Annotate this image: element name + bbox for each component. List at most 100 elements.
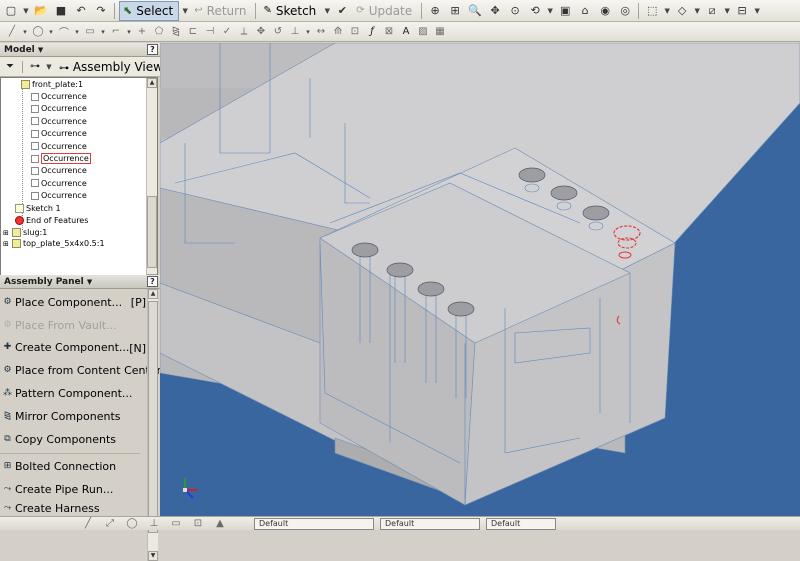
mirror-components-button[interactable]: ⧎ Mirror Components (0, 405, 146, 428)
help-icon[interactable]: ? (147, 44, 158, 55)
insert-image-icon[interactable]: ⊠ (381, 24, 397, 40)
orbit-dropdown[interactable]: ▼ (546, 7, 554, 15)
move-icon[interactable]: ✥ (253, 24, 269, 40)
expand-icon[interactable]: ⊞ (3, 229, 12, 237)
constraint-dropdown[interactable]: ▾ (304, 28, 312, 36)
chevron-down-icon[interactable]: ▼ (38, 46, 43, 54)
offset-icon[interactable]: ⊏ (185, 24, 201, 40)
help-icon[interactable]: ? (147, 276, 158, 287)
perspective-dropdown[interactable]: ▼ (693, 7, 701, 15)
hierarchy-icon[interactable]: ⊶ (27, 59, 43, 75)
select-button[interactable]: ⬉ Select (119, 0, 180, 21)
home-view-icon[interactable]: ⌂ (576, 2, 594, 20)
scroll-thumb[interactable] (147, 196, 157, 268)
new-dropdown[interactable]: ▼ (22, 7, 30, 15)
expand-icon[interactable]: ⊞ (3, 240, 12, 248)
tree-row-occurrence[interactable]: Occurrence (1, 115, 148, 127)
polygon-icon[interactable]: ⬠ (151, 24, 167, 40)
view-dropdown[interactable]: ▼ (45, 63, 53, 71)
new-file-icon[interactable]: ▢ (2, 2, 20, 20)
style-dropdown-1[interactable]: Default (254, 517, 374, 530)
tree-row-end-of-features[interactable]: End of Features (1, 214, 148, 226)
zoom-all-icon[interactable]: ⊕ (426, 2, 444, 20)
scroll-thumb[interactable] (148, 301, 158, 533)
fillet-dropdown[interactable]: ▾ (125, 28, 133, 36)
create-harness-button[interactable]: ⤳ Create Harness (0, 501, 146, 515)
color-icon[interactable]: ▲ (212, 516, 228, 532)
style-dropdown-3[interactable]: Default (486, 517, 556, 530)
filter-icon[interactable]: ⏷ (2, 59, 18, 75)
tree-row-occurrence[interactable]: Occurrence (1, 177, 148, 189)
select-dropdown[interactable]: ▼ (181, 7, 189, 15)
extend-icon[interactable]: ⊣ (202, 24, 218, 40)
shaded-display-icon[interactable]: ◉ (596, 2, 614, 20)
image-icon[interactable]: ▨ (415, 24, 431, 40)
tree-row-sketch[interactable]: Sketch 1 (1, 202, 148, 214)
zoom-selected-icon[interactable]: ⊙ (506, 2, 524, 20)
dimension-icon[interactable]: ↔ (313, 24, 329, 40)
constraint-icon[interactable]: ⊥ (287, 24, 303, 40)
line-dropdown[interactable]: ▾ (21, 28, 29, 36)
sectioning-dropdown[interactable]: ▼ (723, 7, 731, 15)
tree-vertical-scrollbar[interactable]: ▲ ▼ (146, 78, 157, 284)
line-style-icon[interactable]: ╱ (80, 516, 96, 532)
view-cube-icon[interactable]: ⬚ (643, 2, 661, 20)
fillet-icon[interactable]: ⌐ (108, 24, 124, 40)
text-icon[interactable]: A (398, 24, 414, 40)
line-icon[interactable]: ╱ (4, 24, 20, 40)
sketch-dropdown[interactable]: ▼ (323, 7, 331, 15)
trim-icon[interactable]: ✓ (219, 24, 235, 40)
tree-row-top-plate[interactable]: ⊞ top_plate_5x4x0.5:1 (1, 239, 148, 249)
place-from-vault-button[interactable]: ⚙ Place From Vault... (0, 314, 146, 337)
update-button[interactable]: ⟳ Update (353, 1, 417, 21)
auto-dimension-icon[interactable]: ⊡ (347, 24, 363, 40)
chevron-down-icon[interactable]: ▼ (87, 278, 92, 286)
sectioning-icon[interactable]: ⧄ (703, 2, 721, 20)
rotate-icon[interactable]: ↺ (270, 24, 286, 40)
layout-icon[interactable]: ⊟ (733, 2, 751, 20)
tree-row-front-plate[interactable]: front_plate:1 (1, 78, 148, 90)
check-icon[interactable]: ✔ (333, 2, 351, 20)
model-panel-header[interactable]: Model ▼ ? (0, 43, 160, 57)
place-component-button[interactable]: ⚙ Place Component... [P] (0, 291, 146, 314)
fit-icon[interactable]: ⊡ (190, 516, 206, 532)
tree-row-occurrence[interactable]: Occurrence (1, 165, 148, 177)
view-cube-dropdown[interactable]: ▼ (663, 7, 671, 15)
perspective-icon[interactable]: ◇ (673, 2, 691, 20)
point-icon[interactable]: + (134, 24, 150, 40)
create-component-button[interactable]: ✚ Create Component... [N] (0, 337, 146, 360)
arc-icon[interactable]: ⌒ (56, 24, 72, 40)
style-dropdown-2[interactable]: Default (380, 517, 480, 530)
rectangle-dropdown[interactable]: ▾ (99, 28, 107, 36)
assembly-panel-header[interactable]: Assembly Panel ▼ ? (0, 275, 160, 289)
look-at-icon[interactable]: ▣ (556, 2, 574, 20)
scroll-down-button[interactable]: ▼ (148, 551, 158, 561)
tree-row-slug[interactable]: ⊞ slug:1 (1, 227, 148, 239)
frame-icon[interactable]: ▭ (168, 516, 184, 532)
zoom-window-icon[interactable]: ⊞ (446, 2, 464, 20)
display-mode-icon[interactable]: ◎ (616, 2, 634, 20)
project-icon[interactable]: ⟰ (330, 24, 346, 40)
place-from-content-center-button[interactable]: ⚙ Place from Content Center (0, 359, 161, 382)
arc-dropdown[interactable]: ▾ (73, 28, 81, 36)
tree-row-occurrence[interactable]: Occurrence (1, 90, 148, 102)
undo-icon[interactable]: ↶ (72, 2, 90, 20)
tree-row-occurrence-highlighted[interactable]: Occurrence (1, 152, 148, 165)
bolted-connection-button[interactable]: ⊞ Bolted Connection (0, 456, 146, 479)
scroll-up-button[interactable]: ▲ (147, 78, 157, 88)
circle-dropdown[interactable]: ▾ (47, 28, 55, 36)
circle-icon[interactable]: ◯ (124, 516, 140, 532)
orbit-icon[interactable]: ⟲ (526, 2, 544, 20)
tree-row-occurrence[interactable]: Occurrence (1, 140, 148, 152)
pattern-component-button[interactable]: ⁂ Pattern Component... (0, 382, 146, 405)
zoom-icon[interactable]: 🔍 (466, 2, 484, 20)
save-icon[interactable]: ■ (52, 2, 70, 20)
split-icon[interactable]: ⟂ (236, 24, 252, 40)
assembly-view-button[interactable]: ⊶ Assembly View (55, 60, 163, 74)
open-file-icon[interactable]: 📂 (32, 2, 50, 20)
tree-row-occurrence[interactable]: Occurrence (1, 128, 148, 140)
table-icon[interactable]: ▦ (432, 24, 448, 40)
sketch-button[interactable]: ✎ Sketch (260, 1, 321, 21)
tree-row-occurrence[interactable]: Occurrence (1, 103, 148, 115)
layout-dropdown[interactable]: ▼ (753, 7, 761, 15)
